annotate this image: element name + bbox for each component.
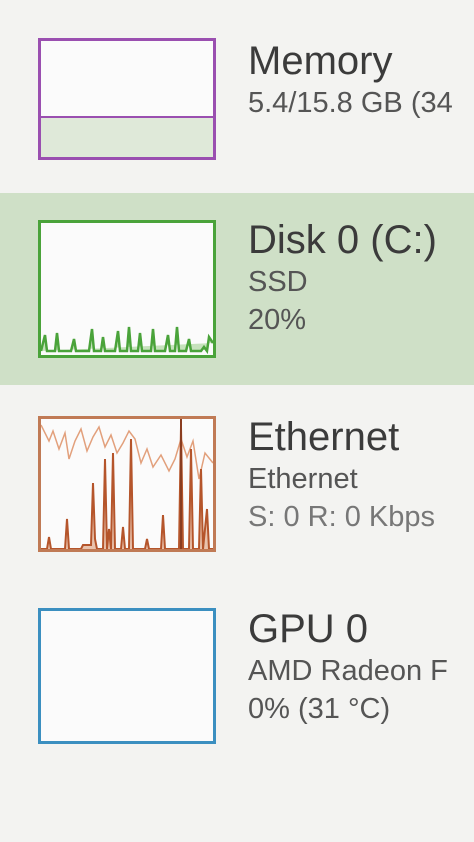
memory-fill	[41, 115, 213, 157]
sidebar-item-ethernet[interactable]: Ethernet Ethernet S: 0 R: 0 Kbps	[0, 400, 474, 565]
disk-title: Disk 0 (C:)	[248, 218, 437, 262]
disk-activity-graph	[38, 220, 216, 358]
disk-type-text: SSD	[248, 266, 308, 298]
gpu-usage-graph	[38, 608, 216, 744]
sidebar-item-disk[interactable]: Disk 0 (C:) SSD 20%	[0, 193, 474, 385]
memory-usage-text: 5.4/15.8 GB (34	[248, 87, 453, 119]
ethernet-throughput-text: S: 0 R: 0 Kbps	[248, 501, 435, 533]
sidebar-item-gpu[interactable]: GPU 0 AMD Radeon F 0% (31 °C)	[0, 590, 474, 760]
sidebar-item-memory[interactable]: Memory 5.4/15.8 GB (34	[0, 0, 474, 185]
disk-activity-svg	[41, 326, 213, 355]
ethernet-title: Ethernet	[248, 415, 400, 459]
ethernet-throughput-svg	[41, 419, 213, 549]
disk-usage-text: 20%	[248, 304, 307, 336]
memory-usage-graph	[38, 38, 216, 160]
ethernet-throughput-graph	[38, 416, 216, 552]
memory-title: Memory	[248, 39, 393, 83]
ethernet-adapter-text: Ethernet	[248, 463, 358, 495]
gpu-title: GPU 0	[248, 607, 369, 651]
gpu-model-text: AMD Radeon F	[248, 655, 448, 687]
gpu-usage-text: 0% (31 °C)	[248, 693, 391, 725]
